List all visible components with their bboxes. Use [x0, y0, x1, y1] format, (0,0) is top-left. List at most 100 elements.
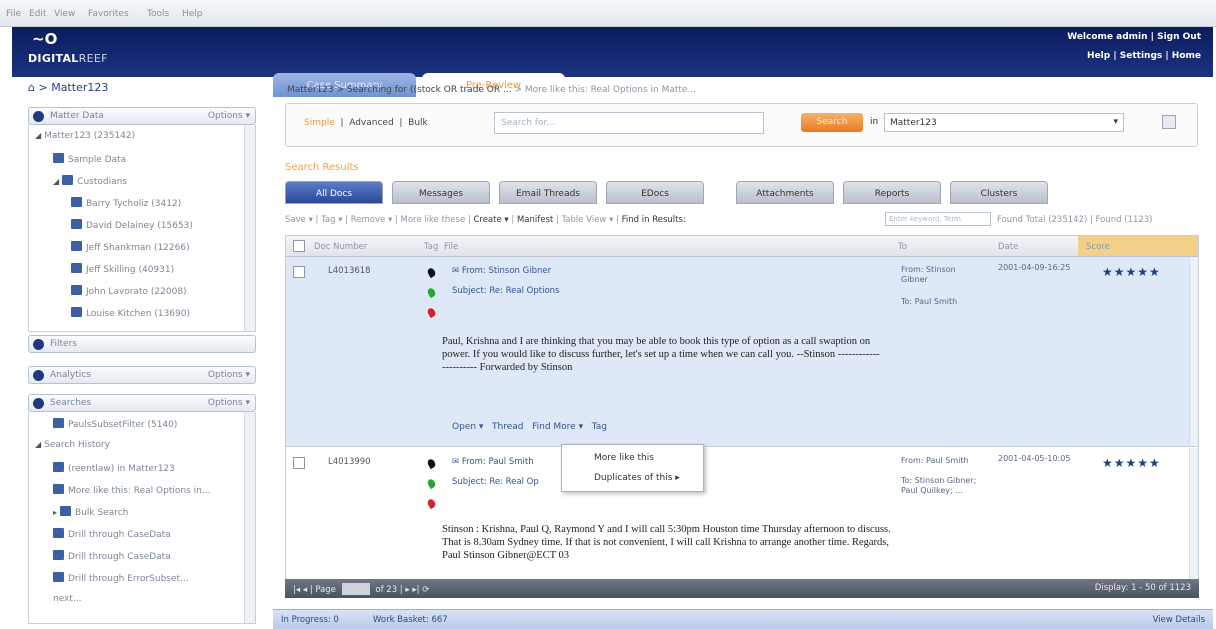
menu-help[interactable]: Help	[182, 9, 203, 19]
thread-link[interactable]: Thread	[492, 422, 523, 432]
more-like-this-item[interactable]: More like this	[594, 453, 654, 463]
tree-item[interactable]: ◢ Search History	[35, 440, 110, 450]
tree-item[interactable]: Barry Tycholiz (3412)	[71, 197, 181, 209]
tree-item[interactable]: More like this: Real Options in...	[53, 484, 210, 496]
panel-header-matter-data[interactable]: Matter Data Options ▾	[28, 107, 256, 125]
first-page-icon[interactable]: |◂	[293, 585, 300, 595]
panel-header-filters[interactable]: Filters	[28, 335, 256, 353]
scrollbar[interactable]	[244, 125, 255, 331]
menu-view[interactable]: View	[54, 9, 75, 19]
col-to[interactable]: To	[898, 242, 907, 252]
row-scrollbar[interactable]	[1189, 448, 1198, 580]
tag-red-icon[interactable]	[426, 497, 437, 510]
breadcrumb-search[interactable]: Searching for ((stock OR trade OR ...	[347, 85, 512, 95]
collapse-icon[interactable]	[33, 111, 44, 122]
refresh-icon[interactable]: ⟳	[422, 585, 429, 595]
simple-search-link[interactable]: Simple	[304, 118, 335, 128]
menu-edit[interactable]: Edit	[29, 9, 46, 19]
row-checkbox[interactable]	[293, 266, 305, 278]
email-from[interactable]: ✉ From: Paul Smith	[452, 457, 534, 467]
more-like-these-button[interactable]: More like these	[401, 215, 466, 225]
tree-item[interactable]: PaulsSubsetFilter (5140)	[53, 418, 177, 430]
tag-black-icon[interactable]	[426, 266, 437, 279]
row-scrollbar[interactable]	[1189, 257, 1198, 446]
find-in-results-input[interactable]: Enter keyword, Term	[885, 212, 991, 226]
save-menu[interactable]: Save ▾	[285, 215, 313, 225]
tag-link[interactable]: Tag	[592, 422, 607, 432]
col-date[interactable]: Date	[998, 242, 1018, 252]
tag-menu[interactable]: Tag ▾	[321, 215, 342, 225]
col-doc-number[interactable]: Doc Number	[314, 242, 367, 252]
col-file[interactable]: File	[444, 242, 458, 252]
expand-arrow-icon[interactable]: ◢	[35, 440, 41, 449]
find-more-menu[interactable]: Find More ▾	[532, 422, 583, 432]
tab-email-threads[interactable]: Email Threads	[499, 181, 597, 204]
tree-item[interactable]: Sample Data	[53, 153, 126, 165]
tag-green-icon[interactable]	[426, 286, 437, 299]
panel-header-analytics[interactable]: Analytics Options ▾	[28, 366, 256, 384]
menu-favorites[interactable]: Favorites	[88, 9, 129, 19]
collapse-icon[interactable]	[33, 339, 44, 350]
search-input[interactable]: Search for...	[494, 112, 764, 134]
row-checkbox[interactable]	[293, 457, 305, 469]
tree-item[interactable]: ▸ Bulk Search	[53, 506, 128, 518]
scrollbar[interactable]	[244, 412, 255, 623]
options-menu[interactable]: Options ▾	[208, 398, 250, 408]
tree-item[interactable]: ◢ Matter123 (235142)	[35, 131, 135, 141]
tree-item[interactable]: Jeff Skilling (40931)	[71, 263, 174, 275]
menu-tools[interactable]: Tools	[147, 9, 169, 19]
search-scope-select[interactable]: Matter123 ▾	[884, 113, 1124, 132]
tree-item[interactable]: Drill through ErrorSubset...	[53, 572, 189, 584]
tab-all-docs[interactable]: All Docs	[285, 181, 383, 204]
doc-number[interactable]: L4013990	[328, 457, 371, 467]
tree-item[interactable]: Drill through CaseData	[53, 528, 171, 540]
table-row[interactable]: L4013990 ✉ From: Paul Smith Subject: Re:…	[286, 448, 1198, 580]
header-links[interactable]: Help | Settings | Home	[1087, 51, 1201, 61]
tab-clusters[interactable]: Clusters	[950, 181, 1048, 204]
work-basket-count[interactable]: Work Basket: 667	[373, 615, 448, 625]
tree-item[interactable]: David Delainey (15653)	[71, 219, 193, 231]
table-view-menu[interactable]: Table View ▾	[562, 215, 614, 225]
tag-red-icon[interactable]	[426, 306, 437, 319]
doc-number[interactable]: L4013618	[328, 266, 371, 276]
options-menu[interactable]: Options ▾	[208, 111, 250, 121]
menu-file[interactable]: File	[6, 9, 21, 19]
advanced-search-link[interactable]: Advanced	[349, 118, 393, 128]
next-page-icon[interactable]: ▸	[405, 585, 409, 595]
col-tag[interactable]: Tag	[424, 242, 438, 252]
tag-black-icon[interactable]	[426, 457, 437, 470]
duplicates-of-this-item[interactable]: Duplicates of this ▸	[594, 473, 680, 483]
open-menu[interactable]: Open ▾	[452, 422, 483, 432]
bulk-search-link[interactable]: Bulk	[408, 118, 428, 128]
expand-arrow-icon[interactable]: ◢	[35, 131, 41, 140]
expand-arrow-icon[interactable]: ▸	[53, 508, 57, 517]
select-all-checkbox[interactable]	[293, 240, 305, 252]
panel-header-searches[interactable]: Searches Options ▾	[28, 394, 256, 412]
prev-page-icon[interactable]: ◂	[303, 585, 307, 595]
page-number-input[interactable]	[341, 583, 370, 595]
email-from[interactable]: ✉ From: Stinson Gibner	[452, 266, 551, 276]
tree-item[interactable]: next...	[53, 594, 82, 604]
tree-item[interactable]: Jeff Shankman (12266)	[71, 241, 190, 253]
tree-item[interactable]: Drill through CaseData	[53, 550, 171, 562]
grid-view-icon[interactable]	[1162, 115, 1176, 129]
manifest-button[interactable]: Manifest	[517, 215, 553, 225]
breadcrumb-matter[interactable]: Matter123	[287, 85, 334, 95]
tab-attachments[interactable]: Attachments	[736, 181, 834, 204]
view-details-link[interactable]: View Details	[1153, 615, 1205, 625]
search-button[interactable]: Search	[801, 113, 863, 132]
tab-edocs[interactable]: EDocs	[606, 181, 704, 204]
options-menu[interactable]: Options ▾	[208, 370, 250, 380]
tag-green-icon[interactable]	[426, 477, 437, 490]
tree-item[interactable]: Louise Kitchen (13690)	[71, 307, 190, 319]
breadcrumb-label[interactable]: > Matter123	[38, 81, 108, 94]
welcome-text[interactable]: Welcome admin | Sign Out	[1067, 32, 1201, 42]
remove-menu[interactable]: Remove ▾	[351, 215, 392, 225]
col-score[interactable]: Score	[1086, 242, 1110, 252]
expand-arrow-icon[interactable]: ◢	[53, 177, 59, 186]
tab-messages[interactable]: Messages	[392, 181, 490, 204]
tree-item[interactable]: (reentlaw) in Matter123	[53, 462, 175, 474]
create-menu[interactable]: Create ▾	[473, 215, 508, 225]
tree-item[interactable]: ◢ Custodians	[53, 175, 127, 187]
home-icon[interactable]: ⌂	[28, 81, 35, 94]
